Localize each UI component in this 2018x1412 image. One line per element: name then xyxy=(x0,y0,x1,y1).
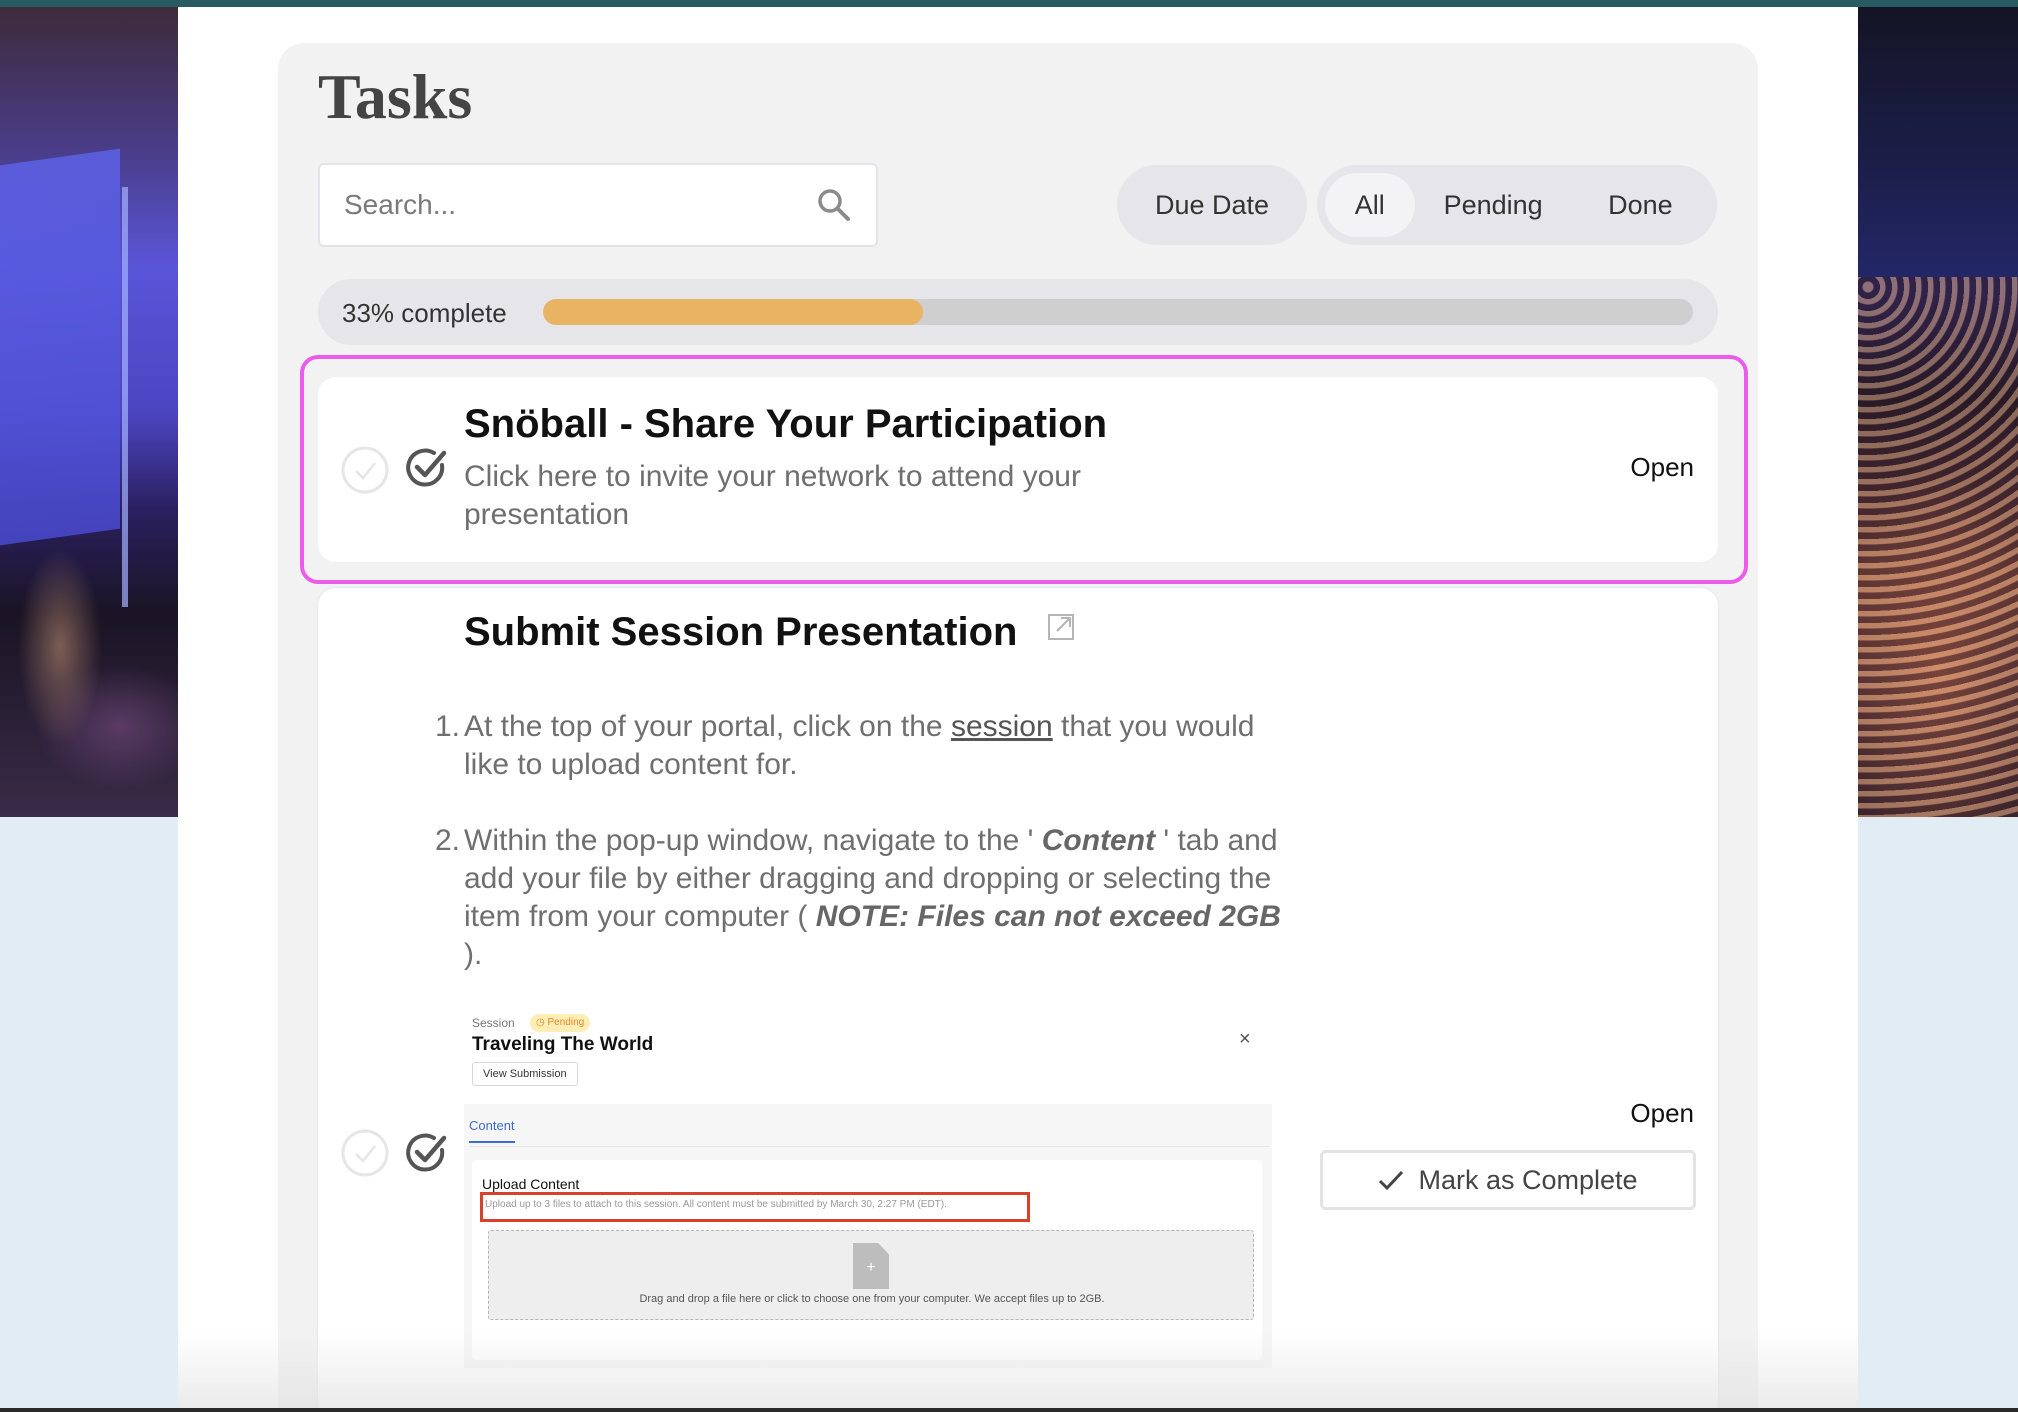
step-text: ). xyxy=(464,938,483,971)
filter-done[interactable]: Done xyxy=(1572,173,1709,237)
screenshot-view-submission: View Submission xyxy=(472,1062,578,1086)
progress-track xyxy=(543,299,1693,325)
step-emphasis: NOTE: Files can not exceed 2GB xyxy=(815,900,1281,933)
screenshot-drop-text: Drag and drop a file here or click to ch… xyxy=(639,1293,1105,1305)
mark-complete-label: Mark as Complete xyxy=(1418,1164,1638,1195)
step-number: 1. xyxy=(434,710,460,743)
filter-all[interactable]: All xyxy=(1325,173,1415,237)
sort-due-date-button[interactable]: Due Date xyxy=(1117,165,1307,245)
step-text: Within the pop-up window, navigate to th… xyxy=(464,824,1042,857)
mark-complete-button[interactable]: Mark as Complete xyxy=(1320,1150,1696,1210)
instruction-list: 1. At the top of your portal, click on t… xyxy=(435,708,1284,1012)
screenshot-pending-badge: ◷ Pending xyxy=(530,1014,591,1032)
session-link[interactable]: session xyxy=(951,710,1053,743)
screenshot-tab-divider xyxy=(469,1146,1269,1147)
screenshot-tab-area: Content Upload Content Upload up to 3 fi… xyxy=(464,1104,1272,1368)
screenshot-dropzone: + Drag and drop a file here or click to … xyxy=(488,1230,1254,1320)
screenshot-upload-title: Upload Content xyxy=(482,1176,580,1192)
task-title-text[interactable]: Submit Session Presentation xyxy=(464,610,1017,654)
badge-text: Pending xyxy=(547,1017,585,1028)
instruction-step: 1. At the top of your portal, click on t… xyxy=(435,708,1284,784)
bottom-edge xyxy=(0,1408,2018,1412)
external-link-icon[interactable] xyxy=(1047,613,1075,641)
task-check-icon xyxy=(406,1133,447,1172)
page-title: Tasks xyxy=(318,61,473,132)
status-filter-group: All Pending Done xyxy=(1317,165,1717,245)
step-text: At the top of your portal, click on the xyxy=(464,710,951,743)
screenshot-session-title: Traveling The World xyxy=(472,1034,654,1055)
screenshot-session-label: Session xyxy=(472,1016,515,1030)
hero-light-stripe xyxy=(122,187,128,607)
checkmark-icon xyxy=(1379,1170,1404,1191)
instruction-screenshot: Session ◷ Pending Traveling The World Vi… xyxy=(464,1006,1272,1368)
screenshot-upload-note: Upload up to 3 files to attach to this s… xyxy=(480,1192,1030,1222)
top-bar xyxy=(0,0,2018,7)
complete-toggle-icon[interactable] xyxy=(340,1128,390,1178)
search-input[interactable] xyxy=(344,165,814,245)
hero-stage-screen xyxy=(0,148,120,546)
hero-crowd xyxy=(1858,277,2018,817)
screenshot-upload-section: Upload Content Upload up to 3 files to a… xyxy=(472,1160,1262,1360)
search-icon[interactable] xyxy=(816,187,852,223)
search-box[interactable] xyxy=(318,163,878,247)
screenshot-close-icon: × xyxy=(1239,1028,1251,1050)
task-open-link[interactable]: Open xyxy=(1630,1098,1694,1129)
file-plus-icon: + xyxy=(853,1243,889,1289)
progress-fill xyxy=(543,299,923,325)
progress-bar: 33% complete xyxy=(318,279,1718,345)
filter-pending[interactable]: Pending xyxy=(1415,173,1572,237)
screenshot-content-tab: Content xyxy=(469,1118,515,1143)
instruction-step: 2. Within the pop-up window, navigate to… xyxy=(435,822,1284,974)
step-emphasis: Content xyxy=(1041,824,1156,857)
step-number: 2. xyxy=(434,824,460,857)
task-card: Submit Session Presentation 1. At the to… xyxy=(318,588,1718,1412)
task-title: Submit Session Presentation xyxy=(464,610,1075,655)
progress-label: 33% complete xyxy=(342,298,507,328)
hero-image-left xyxy=(0,7,178,817)
highlight-outline xyxy=(300,355,1748,584)
hero-image-right xyxy=(1858,7,2018,817)
